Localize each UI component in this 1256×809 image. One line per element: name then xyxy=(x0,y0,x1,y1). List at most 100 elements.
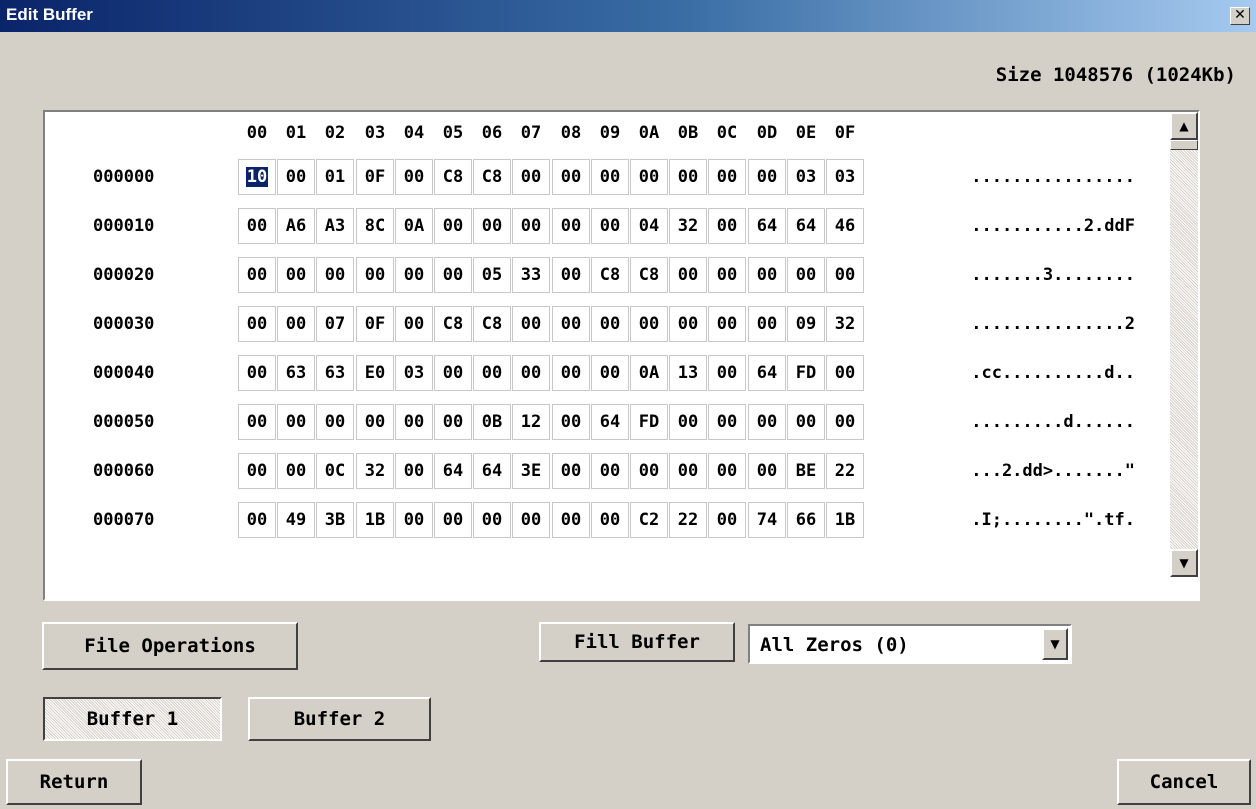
hex-cell[interactable]: 00 xyxy=(316,404,354,440)
hex-cell[interactable]: 64 xyxy=(748,355,786,391)
hex-cell[interactable]: 09 xyxy=(787,306,825,342)
hex-cell[interactable]: 00 xyxy=(591,208,629,244)
hex-cell[interactable]: A3 xyxy=(316,208,354,244)
hex-cell[interactable]: 00 xyxy=(552,208,590,244)
hex-cell[interactable]: FD xyxy=(630,404,668,440)
hex-cell[interactable]: 0B xyxy=(473,404,511,440)
hex-cell[interactable]: 32 xyxy=(826,306,864,342)
hex-cell[interactable]: 00 xyxy=(512,159,550,195)
hex-cell[interactable]: 00 xyxy=(708,404,746,440)
hex-cell[interactable]: 00 xyxy=(669,453,707,489)
hex-cell[interactable]: 00 xyxy=(708,306,746,342)
hex-cell[interactable]: 00 xyxy=(316,257,354,293)
hex-cell[interactable]: 00 xyxy=(277,453,315,489)
hex-cell[interactable]: 00 xyxy=(591,159,629,195)
hex-cell[interactable]: 03 xyxy=(395,355,433,391)
fill-buffer-button[interactable]: Fill Buffer xyxy=(539,622,735,662)
hex-cell[interactable]: 00 xyxy=(395,306,433,342)
hex-cell[interactable]: 00 xyxy=(748,453,786,489)
hex-cell[interactable]: BE xyxy=(787,453,825,489)
hex-cell[interactable]: 10 xyxy=(238,159,276,195)
return-button[interactable]: Return xyxy=(6,759,142,805)
hex-cell[interactable]: 00 xyxy=(395,404,433,440)
hex-cell[interactable]: 00 xyxy=(708,355,746,391)
hex-cell[interactable]: 74 xyxy=(748,502,786,538)
hex-cell[interactable]: 32 xyxy=(669,208,707,244)
hex-cell[interactable]: 00 xyxy=(552,453,590,489)
hex-cell[interactable]: 1B xyxy=(356,502,394,538)
hex-cell[interactable]: 00 xyxy=(552,257,590,293)
hex-cell[interactable]: 00 xyxy=(552,502,590,538)
hex-cell[interactable]: 00 xyxy=(552,306,590,342)
hex-cell[interactable]: 00 xyxy=(395,453,433,489)
hex-cell[interactable]: 00 xyxy=(512,306,550,342)
hex-cell[interactable]: 00 xyxy=(277,257,315,293)
hex-cell[interactable]: 00 xyxy=(356,404,394,440)
hex-cell[interactable]: 00 xyxy=(669,159,707,195)
hex-cell[interactable]: 01 xyxy=(316,159,354,195)
hex-cell[interactable]: 0A xyxy=(630,355,668,391)
hex-cell[interactable]: 00 xyxy=(748,306,786,342)
hex-cell[interactable]: 00 xyxy=(826,404,864,440)
hex-cell[interactable]: 00 xyxy=(434,257,472,293)
hex-cell[interactable]: C8 xyxy=(630,257,668,293)
dropdown-arrow-button[interactable]: ▼ xyxy=(1042,628,1068,660)
hex-cell[interactable]: 00 xyxy=(512,208,550,244)
hex-cell[interactable]: 04 xyxy=(630,208,668,244)
buffer-2-button[interactable]: Buffer 2 xyxy=(248,697,431,741)
hex-cell[interactable]: 00 xyxy=(395,502,433,538)
hex-cell[interactable]: 00 xyxy=(434,404,472,440)
hex-cell[interactable]: 00 xyxy=(512,502,550,538)
hex-cell[interactable]: 00 xyxy=(238,208,276,244)
hex-cell[interactable]: 00 xyxy=(434,502,472,538)
hex-cell[interactable]: 00 xyxy=(238,453,276,489)
hex-cell[interactable]: 00 xyxy=(708,502,746,538)
hex-cell[interactable]: FD xyxy=(787,355,825,391)
hex-cell[interactable]: 66 xyxy=(787,502,825,538)
hex-cell[interactable]: 00 xyxy=(708,257,746,293)
hex-cell[interactable]: 00 xyxy=(630,306,668,342)
hex-cell[interactable]: 00 xyxy=(238,355,276,391)
hex-cell[interactable]: C8 xyxy=(473,306,511,342)
hex-cell[interactable]: 00 xyxy=(669,404,707,440)
hex-cell[interactable]: 00 xyxy=(669,257,707,293)
hex-cell[interactable]: 00 xyxy=(748,404,786,440)
hex-cell[interactable]: 00 xyxy=(512,355,550,391)
hex-cell[interactable]: 00 xyxy=(552,355,590,391)
hex-cell[interactable]: 00 xyxy=(708,208,746,244)
hex-cell[interactable]: 00 xyxy=(552,159,590,195)
file-operations-button[interactable]: File Operations xyxy=(42,622,298,670)
hex-cell[interactable]: 0A xyxy=(395,208,433,244)
hex-cell[interactable]: 33 xyxy=(512,257,550,293)
hex-cell[interactable]: 0F xyxy=(356,306,394,342)
hex-cell[interactable]: 3B xyxy=(316,502,354,538)
hex-cell[interactable]: 00 xyxy=(708,159,746,195)
hex-cell[interactable]: 00 xyxy=(826,355,864,391)
hex-cell[interactable]: 00 xyxy=(552,404,590,440)
hex-cell[interactable]: E0 xyxy=(356,355,394,391)
hex-cell[interactable]: 0C xyxy=(316,453,354,489)
hex-cell[interactable]: 00 xyxy=(434,208,472,244)
hex-cell[interactable]: 00 xyxy=(591,355,629,391)
hex-cell[interactable]: 00 xyxy=(395,159,433,195)
hex-cell[interactable]: 63 xyxy=(316,355,354,391)
hex-cell[interactable]: 00 xyxy=(669,306,707,342)
hex-cell[interactable]: 00 xyxy=(591,453,629,489)
scroll-thumb[interactable] xyxy=(1170,140,1198,150)
hex-cell[interactable]: 03 xyxy=(787,159,825,195)
hex-cell[interactable]: 05 xyxy=(473,257,511,293)
hex-cell[interactable]: 12 xyxy=(512,404,550,440)
hex-cell[interactable]: 00 xyxy=(277,404,315,440)
scroll-down-button[interactable]: ▼ xyxy=(1170,549,1198,577)
hex-cell[interactable]: 00 xyxy=(238,502,276,538)
hex-cell[interactable]: 00 xyxy=(238,257,276,293)
hex-cell[interactable]: 00 xyxy=(238,306,276,342)
hex-cell[interactable]: 03 xyxy=(826,159,864,195)
buffer-1-button[interactable]: Buffer 1 xyxy=(43,697,222,741)
scroll-up-button[interactable]: ▲ xyxy=(1170,112,1198,140)
hex-cell[interactable]: 00 xyxy=(473,208,511,244)
hex-cell[interactable]: C8 xyxy=(434,306,472,342)
hex-cell[interactable]: 64 xyxy=(591,404,629,440)
hex-cell[interactable]: 63 xyxy=(277,355,315,391)
hex-cell[interactable]: 22 xyxy=(669,502,707,538)
